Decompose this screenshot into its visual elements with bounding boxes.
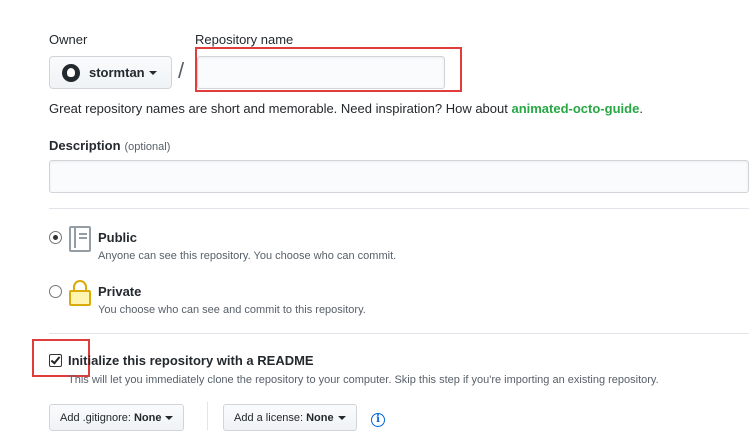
caret-down-icon [165, 415, 174, 420]
private-title[interactable]: Private [98, 284, 141, 299]
divider [49, 208, 749, 209]
gitignore-value: None [133, 411, 162, 424]
hint-end: . [639, 101, 643, 116]
owner-repo-separator: / [178, 58, 185, 83]
public-title[interactable]: Public [98, 230, 137, 245]
license-value: None [306, 411, 334, 424]
repository-name-label: Repository name [195, 32, 294, 47]
hint-text: Great repository names are short and mem… [49, 101, 512, 116]
public-description: Anyone can see this repository. You choo… [98, 250, 397, 262]
private-radio[interactable] [49, 285, 62, 298]
repo-book-icon [69, 226, 91, 252]
private-description: You choose who can see and commit to thi… [98, 304, 366, 316]
license-label: Add a license: [234, 411, 304, 424]
suggested-name-link[interactable]: animated-octo-guide [511, 101, 639, 116]
owner-name: stormtan [89, 65, 145, 80]
repository-name-hint: Great repository names are short and mem… [49, 101, 643, 116]
divider [49, 333, 749, 334]
highlight-box-repository-name [195, 47, 462, 92]
owner-label: Owner [49, 32, 88, 47]
lock-icon [69, 280, 91, 306]
gitignore-select-button[interactable]: Add .gitignore: None [49, 404, 185, 431]
readme-description: This will let you immediately clone the … [68, 374, 659, 386]
info-icon[interactable]: i [371, 413, 385, 427]
caret-down-icon [337, 415, 346, 420]
description-input[interactable] [49, 160, 749, 193]
github-mark-icon [62, 63, 80, 82]
description-label-text: Description [49, 138, 121, 153]
description-optional-note: (optional) [124, 141, 171, 153]
description-label: Description (optional) [49, 138, 170, 153]
license-select-button[interactable]: Add a license: None [223, 404, 357, 431]
owner-select-button[interactable]: stormtan [49, 56, 172, 89]
readme-title[interactable]: Initialize this repository with a README [68, 353, 314, 368]
public-radio[interactable] [49, 231, 62, 244]
gitignore-label: Add .gitignore: [60, 411, 131, 424]
caret-down-icon [148, 70, 157, 75]
select-divider [207, 402, 208, 430]
